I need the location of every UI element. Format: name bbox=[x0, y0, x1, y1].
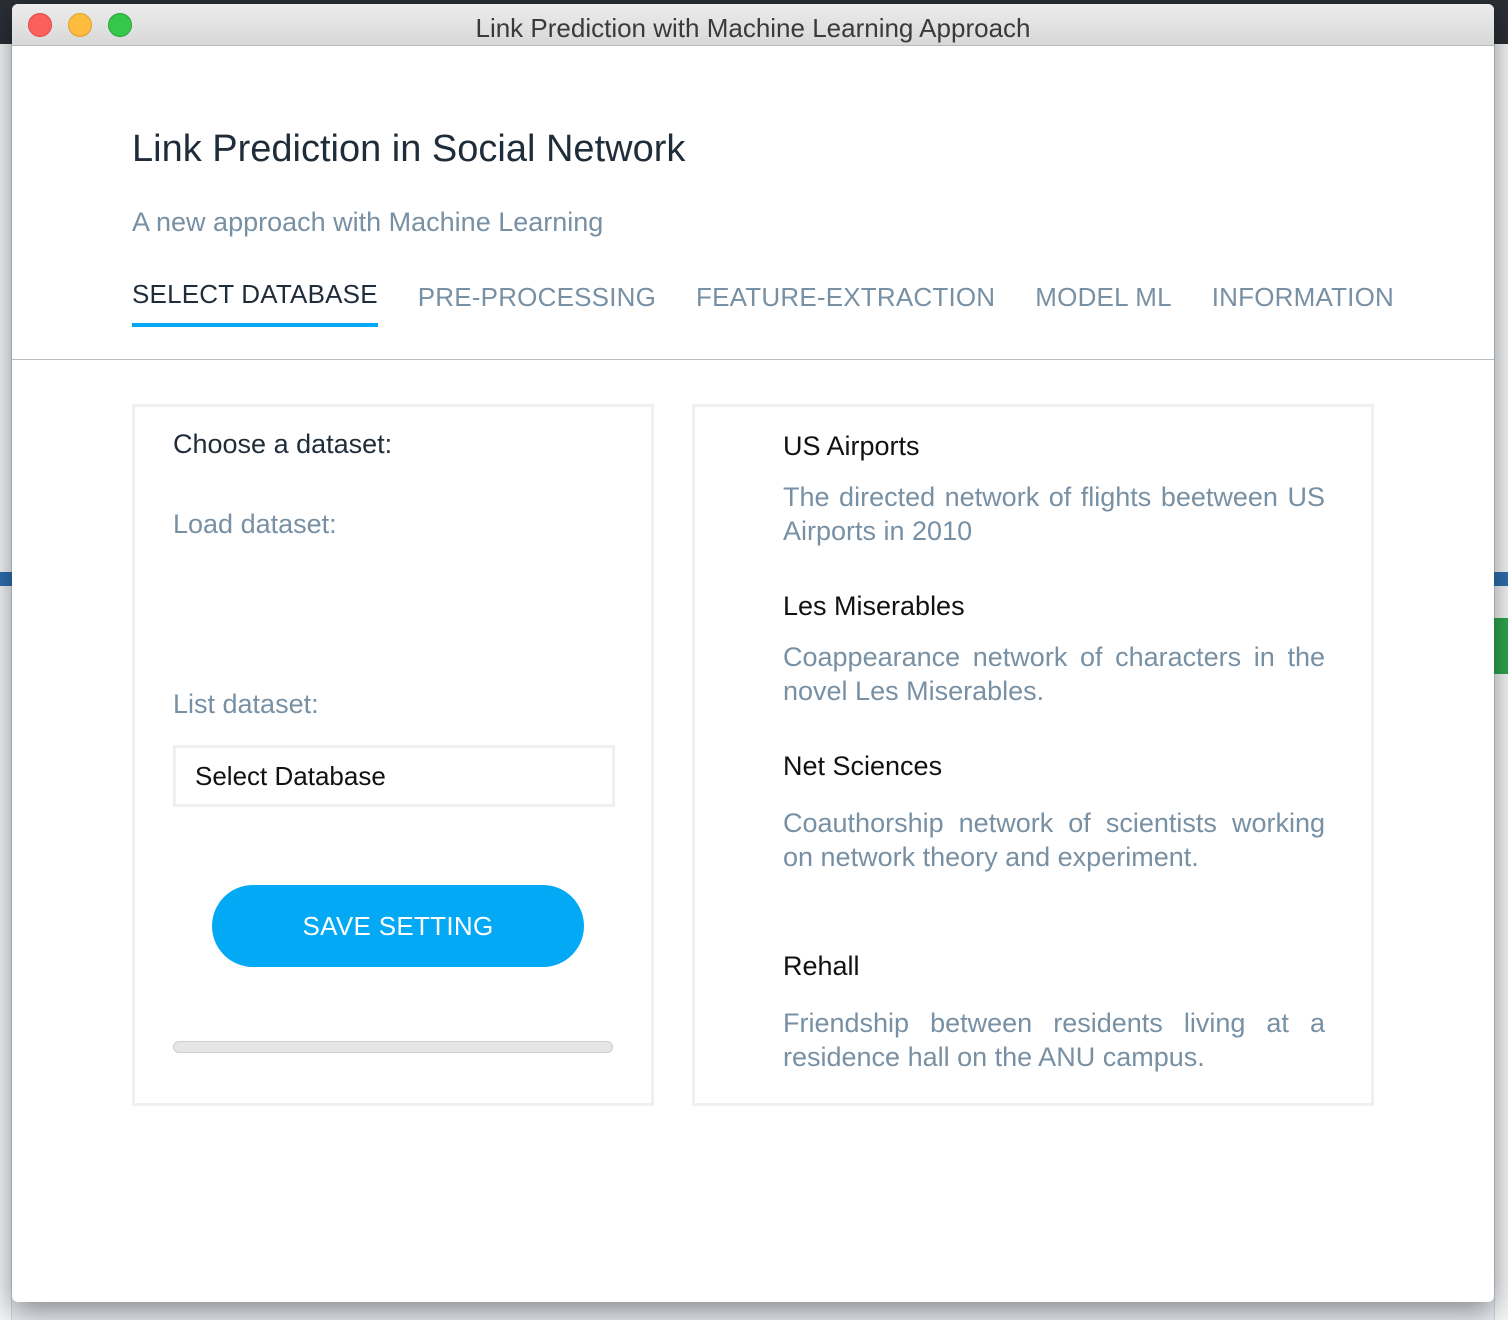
list-dataset-label: List dataset: bbox=[173, 689, 319, 719]
tab-feature-extraction[interactable]: FEATURE-EXTRACTION bbox=[696, 282, 995, 327]
dataset-name: Net Sciences bbox=[783, 751, 943, 781]
tab-divider bbox=[12, 359, 1494, 360]
load-dataset-label: Load dataset: bbox=[173, 509, 337, 539]
tab-select-database[interactable]: SELECT DATABASE bbox=[132, 279, 378, 327]
dataset-item: Les Miserables Coappearance network of c… bbox=[783, 591, 1325, 708]
background-right-strip bbox=[1494, 44, 1508, 1320]
app-window: Link Prediction with Machine Learning Ap… bbox=[12, 4, 1494, 1302]
dataset-description: Coappearance network of characters in th… bbox=[783, 642, 1325, 706]
tab-bar: SELECT DATABASE PRE-PROCESSING FEATURE-E… bbox=[132, 279, 1434, 327]
page-subtitle: A new approach with Machine Learning bbox=[132, 207, 604, 237]
tab-pre-processing[interactable]: PRE-PROCESSING bbox=[418, 282, 656, 327]
database-select[interactable]: Select Database bbox=[173, 745, 615, 807]
dataset-name: Rehall bbox=[783, 951, 860, 981]
background-green-button bbox=[1494, 618, 1508, 674]
page-title: Link Prediction in Social Network bbox=[132, 128, 686, 170]
dataset-item: Net Sciences Coauthorship network of sci… bbox=[783, 751, 1325, 874]
window-title: Link Prediction with Machine Learning Ap… bbox=[475, 13, 1031, 43]
save-setting-button[interactable]: SAVE SETTING bbox=[212, 885, 584, 967]
background-blue-bar bbox=[1494, 572, 1508, 586]
dataset-settings-card: Choose a dataset: Load dataset: List dat… bbox=[132, 404, 654, 1106]
dataset-description: Friendship between residents living at a… bbox=[783, 1008, 1325, 1072]
choose-dataset-label: Choose a dataset: bbox=[173, 429, 393, 459]
dataset-name: Les Miserables bbox=[783, 591, 965, 621]
progress-bar bbox=[173, 1041, 613, 1053]
tab-model-ml[interactable]: MODEL ML bbox=[1035, 282, 1171, 327]
tab-information[interactable]: INFORMATION bbox=[1212, 282, 1394, 327]
dataset-info-card: US Airports The directed network of flig… bbox=[692, 404, 1374, 1106]
dataset-item: Rehall Friendship between residents livi… bbox=[783, 951, 1325, 1074]
title-bar: Link Prediction with Machine Learning Ap… bbox=[12, 4, 1494, 46]
dataset-name: US Airports bbox=[783, 431, 920, 461]
background-blue-bar bbox=[0, 572, 12, 586]
dataset-description: Coauthorship network of scientists worki… bbox=[783, 808, 1325, 872]
dataset-item: US Airports The directed network of flig… bbox=[783, 431, 1325, 548]
dataset-description: The directed network of flights beetween… bbox=[783, 482, 1325, 546]
page-header: Link Prediction in Social Network A new … bbox=[132, 128, 685, 238]
background-left-strip bbox=[0, 44, 12, 1320]
